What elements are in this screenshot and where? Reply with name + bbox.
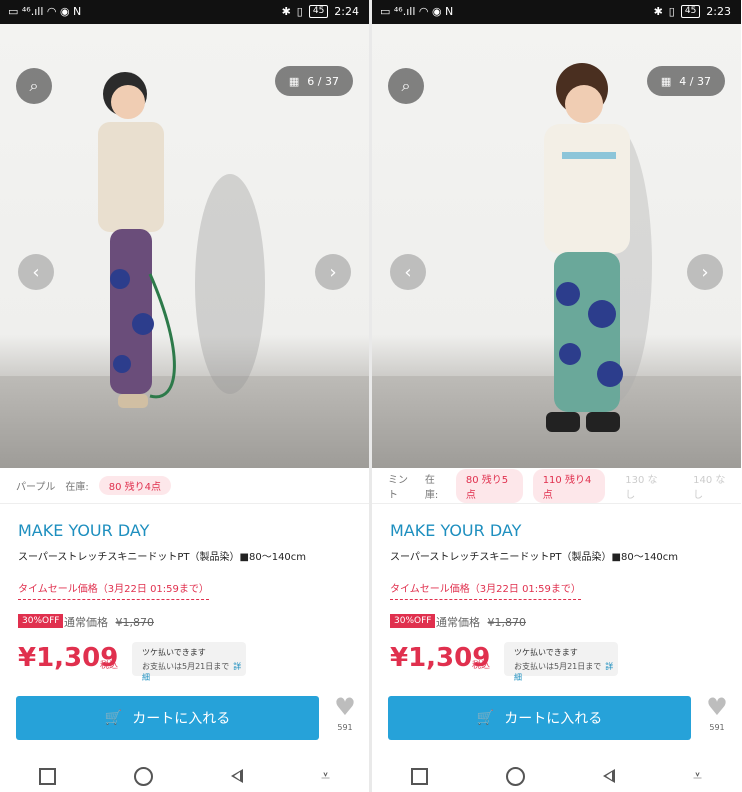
notification-shade-icon[interactable]: ⩡: [693, 766, 702, 786]
clock: 2:23: [706, 5, 731, 18]
brand-name[interactable]: MAKE YOUR DAY: [390, 521, 521, 540]
like-count: 591: [337, 723, 353, 732]
back-icon[interactable]: [230, 769, 243, 783]
image-counter[interactable]: ▦ 6 / 37: [274, 66, 353, 96]
cart-icon: 🛒: [476, 710, 495, 726]
pay-later-deadline: お支払いは5月21日まで 詳細: [142, 661, 246, 683]
clock: 2:24: [334, 5, 359, 18]
chevron-right-icon: ›: [701, 261, 709, 283]
home-icon[interactable]: [133, 766, 153, 786]
status-icons-text: ▭ ⁴⁶.ıll ◠ ◉ N: [380, 5, 454, 18]
size-chip-unavailable: 130 なし: [615, 468, 674, 503]
chevron-left-icon: ‹: [32, 261, 40, 283]
variant-selector: パープル 在庫: 80 残り4点: [0, 468, 369, 504]
image-counter-text: 6 / 37: [307, 74, 339, 88]
status-bar: ▭ ⁴⁶.ıll ◠ ◉ N ✱ ▯ 45 2:24: [0, 0, 369, 24]
add-to-cart-button[interactable]: 🛒 カートに入れる: [16, 696, 319, 740]
chevron-right-icon: ›: [329, 261, 337, 283]
pay-later-banner[interactable]: ツケ払いできます お支払いは5月21日まで 詳細: [132, 642, 246, 682]
discount-badge: 30%OFF: [18, 614, 64, 628]
pay-later-title: ツケ払いできます: [142, 648, 206, 657]
heart-icon: ♥: [706, 693, 728, 721]
regular-price-row: 通常価格 ¥1,870: [64, 614, 154, 630]
pay-later-banner[interactable]: ツケ払いできます お支払いは5月21日まで 詳細: [504, 642, 618, 682]
system-nav-bar: ⩡: [372, 760, 741, 792]
grid-icon: ▦: [660, 74, 672, 88]
scan-search-button[interactable]: ⌕: [16, 68, 52, 104]
recent-apps-icon[interactable]: [38, 767, 56, 785]
image-counter-text: 4 / 37: [679, 74, 711, 88]
status-right: ✱ ▯ 45 2:24: [282, 5, 359, 18]
prev-image-button[interactable]: ‹: [18, 254, 54, 290]
heart-icon: ♥: [334, 693, 356, 721]
scan-search-icon: ⌕: [401, 76, 411, 95]
prev-image-button[interactable]: ‹: [390, 254, 426, 290]
regular-price: ¥1,870: [487, 616, 527, 629]
regular-price-label: 通常価格: [64, 616, 108, 629]
next-image-button[interactable]: ›: [315, 254, 351, 290]
product-image[interactable]: ⌕ ▦ 4 / 37 ‹ ›: [372, 24, 741, 468]
status-right: ✱ ▯ 45 2:23: [654, 5, 731, 18]
add-to-cart-label: カートに入れる: [504, 711, 603, 727]
add-to-cart-label: カートに入れる: [132, 711, 231, 727]
tax-label: 税込: [100, 661, 119, 671]
home-icon[interactable]: [505, 766, 525, 786]
discount-badge: 30%OFF: [390, 614, 436, 628]
pay-later-deadline-text: お支払いは5月21日まで: [142, 662, 230, 671]
like-button[interactable]: ♥ 591: [328, 695, 362, 732]
grid-icon: ▦: [288, 74, 300, 88]
timesale-label: タイムセール価格（3月22日 01:59まで）: [18, 580, 209, 600]
scan-search-icon: ⌕: [29, 76, 39, 95]
status-icons-text: ▭ ⁴⁶.ıll ◠ ◉ N: [8, 5, 82, 18]
pay-later-deadline: お支払いは5月21日まで 詳細: [514, 661, 618, 683]
cart-icon: 🛒: [104, 710, 123, 726]
regular-price: ¥1,870: [115, 616, 155, 629]
size-chip-unavailable: 140 なし: [683, 468, 741, 503]
notification-shade-icon[interactable]: ⩡: [321, 766, 330, 786]
battery-icon: 45: [680, 5, 701, 18]
stock-label: 在庫:: [65, 482, 89, 493]
timesale-label: タイムセール価格（3月22日 01:59まで）: [390, 580, 581, 600]
battery-icon: 45: [308, 5, 329, 18]
stock-label: 在庫:: [424, 474, 439, 501]
bluetooth-icon: ✱: [281, 5, 291, 18]
pay-later-title: ツケ払いできます: [514, 648, 578, 657]
vibrate-icon: ▯: [668, 5, 675, 18]
brand-name[interactable]: MAKE YOUR DAY: [18, 521, 149, 540]
status-icons: ▭ ⁴⁶.ıll ◠ ◉ N: [380, 5, 453, 18]
regular-price-label: 通常価格: [436, 616, 480, 629]
product-name: スーパーストレッチスキニードットPT（製品染）■80～140cm: [18, 552, 307, 563]
status-bar: ▭ ⁴⁶.ıll ◠ ◉ N ✱ ▯ 45 2:23: [372, 0, 741, 24]
chevron-left-icon: ‹: [404, 261, 412, 283]
bluetooth-icon: ✱: [653, 5, 663, 18]
add-to-cart-button[interactable]: 🛒 カートに入れる: [388, 696, 691, 740]
screen-left: ▭ ⁴⁶.ıll ◠ ◉ N ✱ ▯ 45 2:24 ⌕ ▦ 6 / 37 ‹: [0, 0, 369, 792]
system-nav-bar: ⩡: [0, 760, 369, 792]
back-icon[interactable]: [602, 769, 615, 783]
tax-label: 税込: [472, 661, 491, 671]
product-image[interactable]: ⌕ ▦ 6 / 37 ‹ ›: [0, 24, 369, 468]
next-image-button[interactable]: ›: [687, 254, 723, 290]
variant-selector: ミント 在庫: 80 残り5点 110 残り4点 130 なし 140 なし: [372, 468, 741, 504]
size-chip[interactable]: 80 残り4点: [98, 476, 172, 495]
size-chip[interactable]: 110 残り4点: [532, 468, 606, 503]
vibrate-icon: ▯: [296, 5, 303, 18]
product-name: スーパーストレッチスキニードットPT（製品染）■80～140cm: [390, 552, 679, 563]
scan-search-button[interactable]: ⌕: [388, 68, 424, 104]
status-icons: ▭ ⁴⁶.ıll ◠ ◉ N: [8, 5, 81, 18]
variant-color: ミント: [388, 474, 408, 501]
regular-price-row: 通常価格 ¥1,870: [436, 614, 526, 630]
like-button[interactable]: ♥ 591: [700, 695, 734, 732]
size-chip[interactable]: 80 残り5点: [455, 468, 523, 503]
screen-right: ▭ ⁴⁶.ıll ◠ ◉ N ✱ ▯ 45 2:23 ⌕ ▦ 4 / 37 ‹ …: [372, 0, 741, 792]
like-count: 591: [709, 723, 725, 732]
recent-apps-icon[interactable]: [410, 767, 428, 785]
variant-color: パープル: [16, 482, 56, 493]
pay-later-deadline-text: お支払いは5月21日まで: [514, 662, 602, 671]
image-counter[interactable]: ▦ 4 / 37: [646, 66, 725, 96]
